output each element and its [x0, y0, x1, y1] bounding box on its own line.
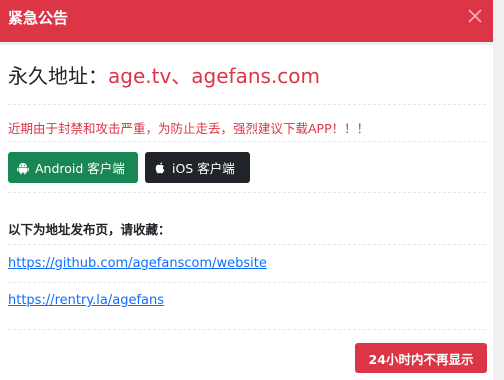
scrollbar[interactable]: [493, 0, 504, 380]
divider: [8, 141, 486, 142]
divider: [8, 282, 486, 283]
modal-header: 紧急公告: [0, 0, 493, 45]
github-publish-link[interactable]: https://github.com/agefanscom/website: [8, 256, 267, 271]
divider: [8, 244, 486, 245]
android-client-button[interactable]: Android 客户端: [8, 152, 138, 183]
dismiss-24h-button[interactable]: 24小时内不再显示: [355, 343, 487, 373]
ios-client-label: iOS 客户端: [172, 161, 235, 176]
apple-icon: [153, 161, 167, 175]
rentry-publish-link[interactable]: https://rentry.la/agefans: [8, 293, 164, 308]
divider: [8, 329, 486, 330]
permanent-address-domains: age.tv、agefans.com: [108, 64, 321, 88]
close-icon[interactable]: [466, 7, 484, 25]
ios-client-button[interactable]: iOS 客户端: [145, 152, 250, 183]
divider: [8, 104, 486, 105]
download-warning: 近期由于封禁和攻击严重，为防止走丢，强烈建议下载APP！！！: [8, 121, 370, 136]
publish-page-title: 以下为地址发布页，请收藏：: [8, 222, 171, 237]
divider: [8, 192, 486, 193]
announcement-modal: 紧急公告 永久地址：age.tv、agefans.com 近期由于封禁和攻击严重…: [0, 0, 493, 380]
permanent-address-label: 永久地址：: [8, 64, 108, 88]
permanent-address: 永久地址：age.tv、agefans.com: [8, 64, 320, 88]
android-client-label: Android 客户端: [35, 161, 125, 176]
modal-title: 紧急公告: [8, 9, 69, 27]
android-icon: [16, 161, 30, 175]
